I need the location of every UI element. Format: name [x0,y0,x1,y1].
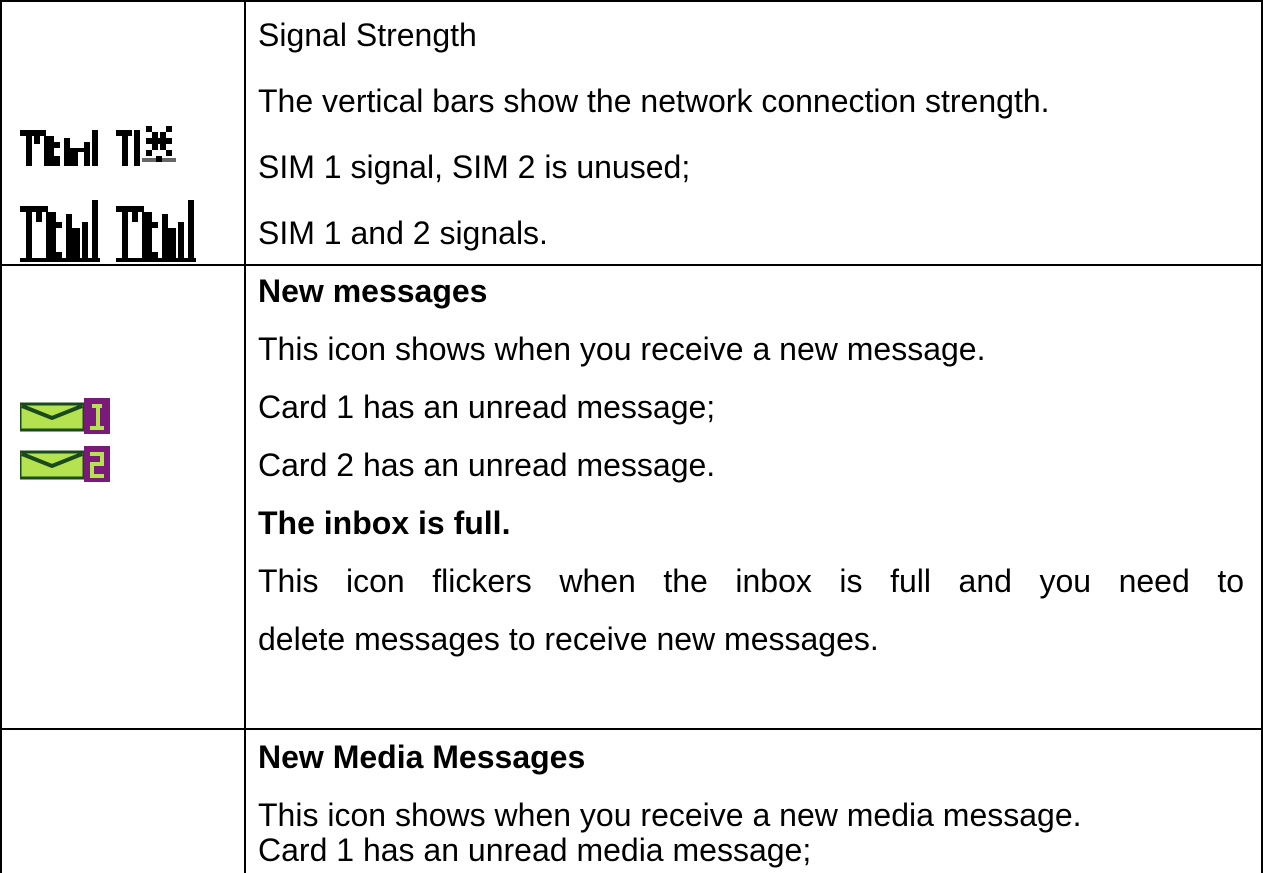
signal-sim1-sim2-icon [20,200,196,262]
row-title: New messages [258,273,488,309]
row-text: The vertical bars show the network conne… [258,83,1050,119]
new-message-card2-icon [20,446,110,482]
row-text: Card 1 has an unread media message; [258,832,812,868]
row-text: delete messages to receive new messages. [258,621,879,657]
new-message-card1-icon [20,398,110,434]
row-text: This icon flickers when the inbox is ful… [258,563,1244,599]
row-title: Signal Strength [258,17,477,53]
row-divider-2 [0,728,1263,730]
table-top-border [0,0,1263,2]
signal-sim1-unused-sim2-icon [20,126,176,166]
table-left-border [0,0,2,873]
icon-description-table: Signal Strength The vertical bars show t… [0,0,1263,873]
row-text: Card 1 has an unread message; [258,389,716,425]
row-text: Card 2 has an unread message. [258,447,716,483]
row-text: This icon shows when you receive a new m… [258,797,1082,833]
row-text: This icon shows when you receive a new m… [258,331,986,367]
row-text: SIM 1 and 2 signals. [258,215,548,251]
row-title: New Media Messages [258,739,586,775]
row-text: SIM 1 signal, SIM 2 is unused; [258,149,691,185]
row-subtitle: The inbox is full. [258,505,511,541]
table-column-divider [244,0,246,873]
